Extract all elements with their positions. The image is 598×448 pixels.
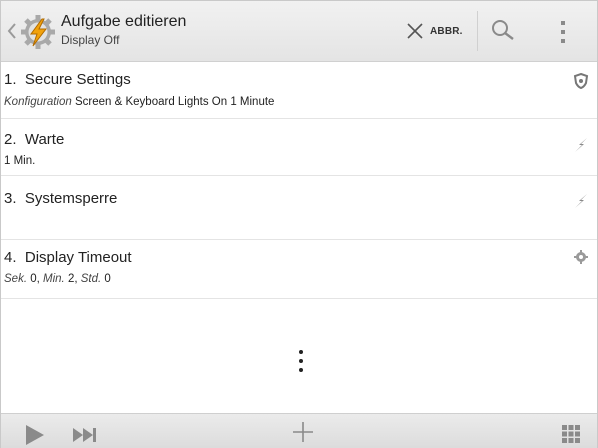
add-icon[interactable] <box>291 420 315 444</box>
action-number: 1. <box>4 71 17 88</box>
app-window: Aufgabe editieren Display Off ABBR. 1. S… <box>0 0 598 448</box>
shield-icon <box>573 73 589 89</box>
detail-key: Min. <box>43 273 65 285</box>
tasker-logo-icon[interactable] <box>19 13 57 51</box>
lightning-icon <box>575 138 587 152</box>
action-title: 1. Secure Settings <box>4 71 131 88</box>
step-forward-icon[interactable] <box>71 426 99 444</box>
bottom-toolbar <box>1 413 597 448</box>
search-icon[interactable] <box>489 17 517 45</box>
more-options-icon[interactable] <box>296 348 306 376</box>
action-number: 4. <box>4 249 17 266</box>
action-title: 3. Systemsperre <box>4 190 117 207</box>
action-detail: Konfiguration Screen & Keyboard Lights O… <box>4 96 274 108</box>
action-number: 3. <box>4 190 17 207</box>
close-icon <box>407 23 423 39</box>
action-name: Warte <box>24 131 65 148</box>
list-item-warte[interactable]: 2. Warte 1 Min. <box>1 119 597 176</box>
list-item-secure-settings[interactable]: 1. Secure Settings Konfiguration Screen … <box>1 62 597 119</box>
action-detail: Sek. 0, Min. 2, Std. 0 <box>4 273 111 285</box>
action-name: Display Timeout <box>24 249 132 266</box>
detail-value: Screen & Keyboard Lights On 1 Minute <box>74 96 275 108</box>
detail-value: 0 <box>104 273 111 285</box>
cancel-label: ABBR. <box>430 25 463 37</box>
action-name: Systemsperre <box>24 190 118 207</box>
overflow-menu-icon[interactable] <box>556 18 570 46</box>
cancel-button[interactable]: ABBR. <box>403 1 475 61</box>
list-item-systemsperre[interactable]: 3. Systemsperre <box>1 176 597 240</box>
gear-icon <box>574 250 588 264</box>
action-detail: 1 Min. <box>4 155 36 167</box>
detail-key: Std. <box>80 273 102 285</box>
detail-value: 2 <box>67 273 75 285</box>
back-chevron-icon[interactable] <box>5 21 19 41</box>
page-subtitle: Display Off <box>61 33 120 47</box>
page-title: Aufgabe editieren <box>61 13 187 30</box>
action-bar: Aufgabe editieren Display Off ABBR. <box>1 1 597 62</box>
action-number: 2. <box>4 131 17 148</box>
detail-key: Sek. <box>4 273 28 285</box>
list-item-display-timeout[interactable]: 4. Display Timeout Sek. 0, Min. 2, Std. … <box>1 240 597 299</box>
action-title: 2. Warte <box>4 131 64 148</box>
detail-key: Konfiguration <box>4 96 72 108</box>
lightning-icon <box>575 194 587 208</box>
divider <box>477 11 478 51</box>
play-icon[interactable] <box>23 423 47 447</box>
detail-value: 0 <box>30 273 37 285</box>
action-title: 4. Display Timeout <box>4 249 132 266</box>
action-name: Secure Settings <box>24 71 131 88</box>
grid-icon[interactable] <box>561 424 581 444</box>
